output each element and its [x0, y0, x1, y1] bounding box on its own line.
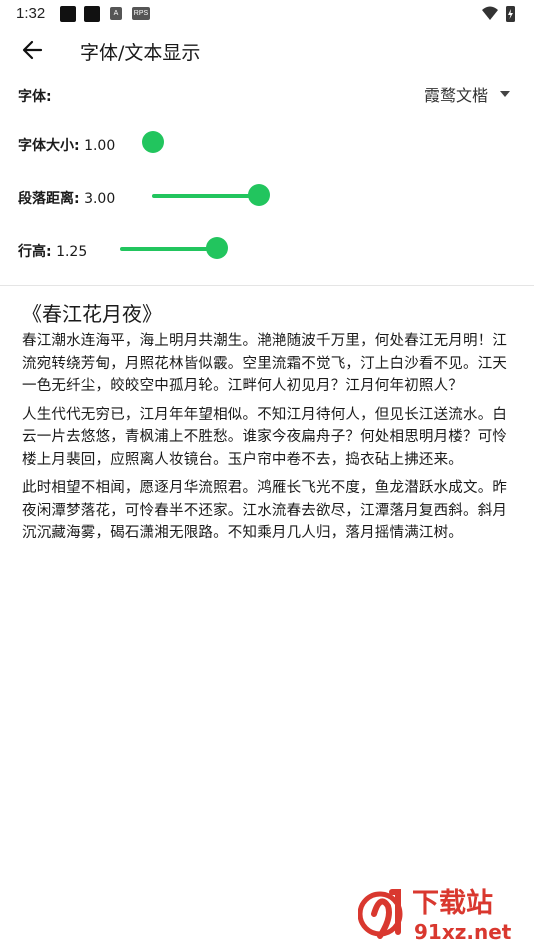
font-size-slider[interactable]: [141, 131, 165, 155]
wifi-icon: [482, 6, 498, 20]
font-dropdown-value: 霞鹜文楷: [423, 86, 488, 105]
line-height-label: 行高: 1.25: [18, 244, 88, 260]
status-time: 1:32: [16, 5, 46, 22]
font-size-value: 1.00: [84, 138, 116, 154]
divider: [0, 285, 534, 286]
paragraph-spacing-value: 3.00: [84, 191, 116, 207]
a-icon: A: [110, 7, 122, 20]
line-height-slider[interactable]: [120, 237, 230, 261]
line-height-value: 1.25: [56, 244, 88, 260]
font-size-label: 字体大小: 1.00: [18, 138, 116, 154]
status-right-icons: [480, 4, 520, 24]
caret-down-icon: [500, 91, 510, 97]
preview-paragraph: 人生代代无穷已，江月年年望相似。不知江月待何人，但见长江送流水。白云一片去悠悠，…: [22, 406, 508, 468]
back-button[interactable]: [14, 32, 50, 68]
preview-text: 春江潮水连海平，海上明月共潮生。滟滟随波千万里，何处春江无月明！江流宛转绕芳甸，…: [22, 330, 512, 551]
font-dropdown[interactable]: 霞鹜文楷: [424, 82, 510, 106]
font-size-slider-thumb[interactable]: [142, 131, 164, 153]
watermark-brand: 下载站: [412, 888, 493, 919]
notification-icon: [60, 6, 76, 22]
page-title: 字体/文本显示: [80, 42, 201, 64]
arrow-left-icon: [22, 40, 43, 60]
paragraph-spacing-slider-thumb[interactable]: [248, 184, 270, 206]
paragraph-spacing-slider[interactable]: [152, 184, 272, 208]
paragraph-spacing-slider-track: [152, 194, 260, 198]
preview-paragraph: 此时相望不相闻，愿逐月华流照君。鸿雁长飞光不度，鱼龙潜跃水成文。昨夜闲潭梦落花，…: [22, 480, 508, 541]
watermark-url: 91xz.net: [414, 920, 512, 944]
line-height-slider-track: [120, 247, 218, 251]
font-label: 字体:: [18, 89, 52, 105]
preview-paragraph: 春江潮水连海平，海上明月共潮生。滟滟随波千万里，何处春江无月明！江流宛转绕芳甸，…: [22, 333, 508, 394]
preview-title: 《春江花月夜》: [22, 302, 162, 326]
line-height-slider-thumb[interactable]: [206, 237, 228, 259]
rps-icon: RPS: [132, 7, 150, 20]
status-bar: 1:32 A RPS: [0, 0, 534, 30]
app-bar: 字体/文本显示: [0, 30, 534, 72]
notification-icon: [84, 6, 100, 22]
watermark-logo: 下载站 91xz.net: [357, 884, 528, 946]
paragraph-spacing-label: 段落距离: 3.00: [18, 191, 116, 207]
